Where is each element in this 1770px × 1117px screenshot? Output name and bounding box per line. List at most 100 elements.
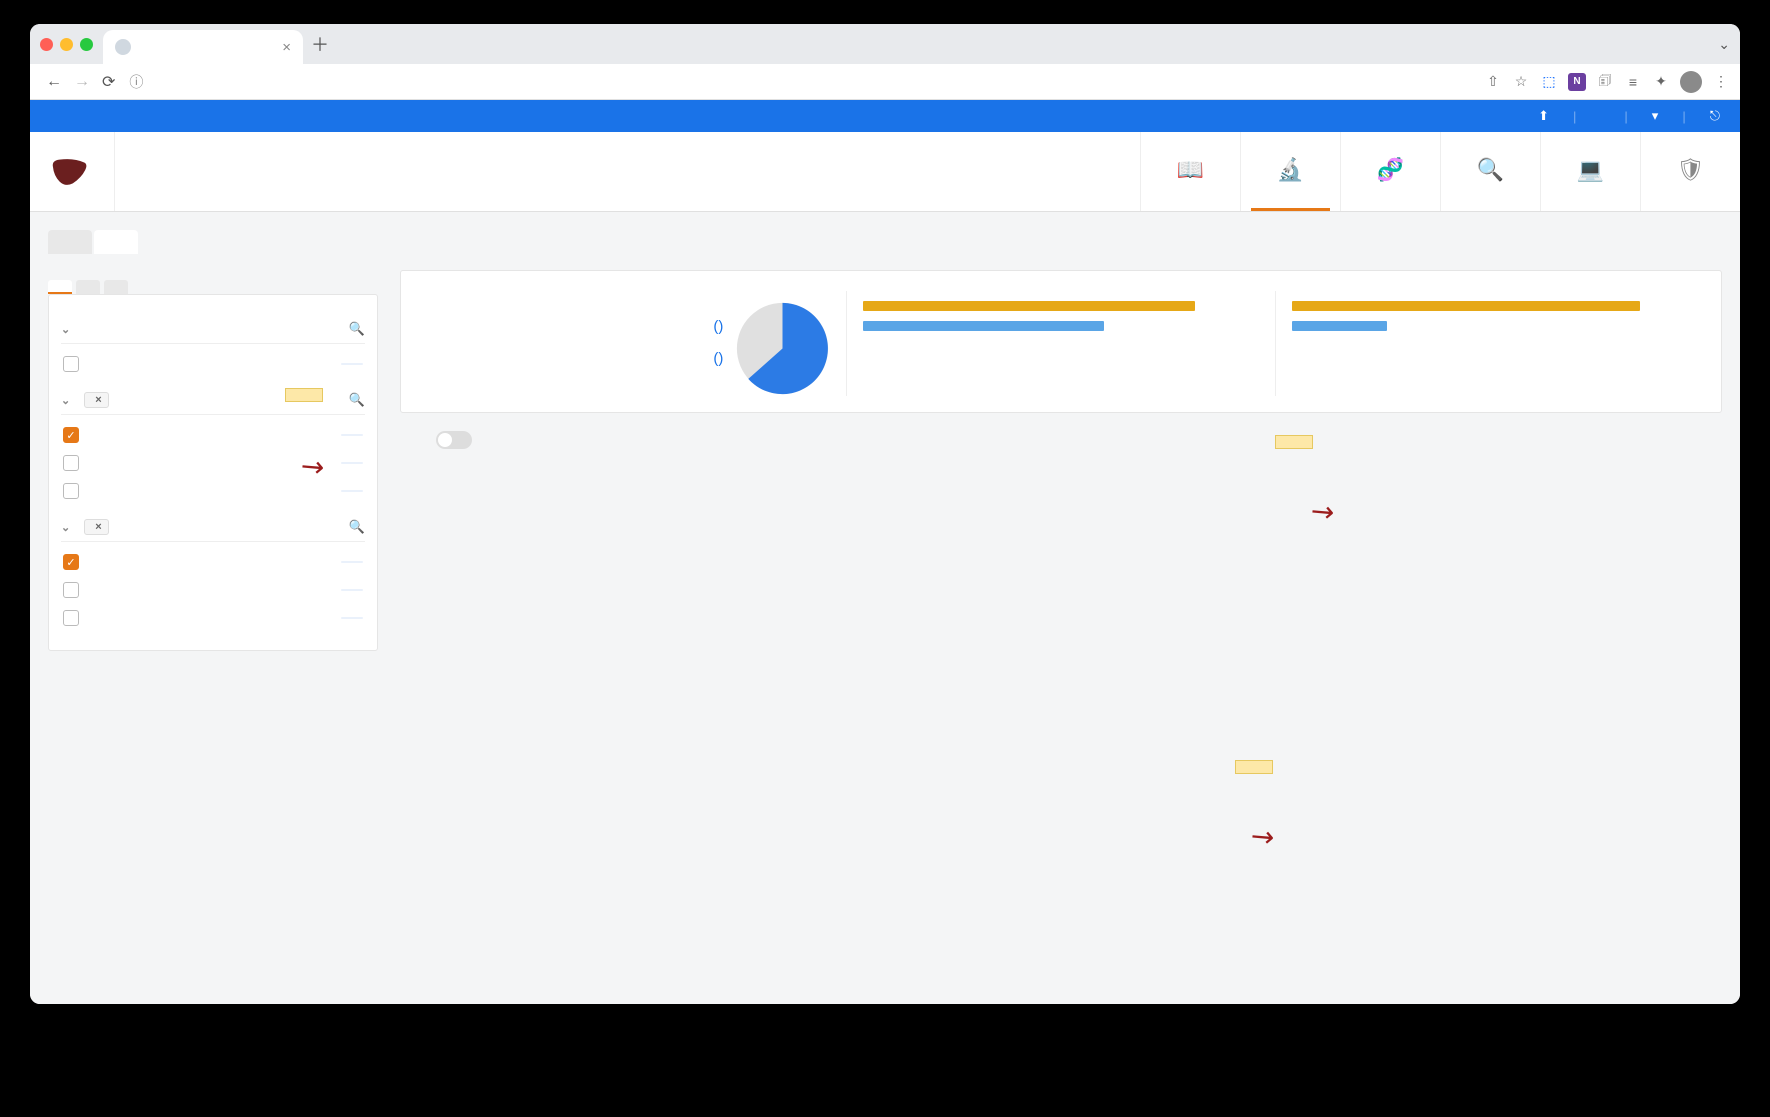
star-icon[interactable]: ☆ <box>1512 73 1530 91</box>
explore-icon: 🔬 <box>1277 157 1304 183</box>
favicon-icon <box>115 39 131 55</box>
bar-icon <box>863 301 1195 311</box>
chevron-down-icon: ⌄ <box>61 323 70 336</box>
facet-item[interactable]: ✓ <box>61 421 365 449</box>
checkbox[interactable]: ✓ <box>63 427 79 443</box>
top-bar: ⬆ | | ▾ | ⎋ <box>30 100 1740 132</box>
nav-dictionary[interactable]: 📖 <box>1140 132 1240 211</box>
back-icon[interactable]: ← <box>46 73 62 91</box>
submit-data-link[interactable]: ⬆ <box>1538 108 1549 124</box>
facet-clinical-site: ⌄ × 🔍 ✓ <box>61 519 365 632</box>
close-window-icon[interactable] <box>40 38 53 51</box>
facet-item[interactable] <box>61 604 365 632</box>
count-badge <box>341 363 363 365</box>
header: 📖 🔬 🧬 🔍 💻 🛡 <box>30 132 1740 212</box>
chart-ethnicity <box>1275 291 1703 396</box>
puzzle-icon[interactable]: ✦ <box>1652 73 1670 91</box>
main-nav: 📖 🔬 🧬 🔍 💻 🛡 <box>1140 132 1740 211</box>
count-badge <box>341 490 363 492</box>
workspace-icon: 💻 <box>1577 157 1604 183</box>
count-badge <box>341 589 363 591</box>
annotation-filtering <box>285 388 323 402</box>
book-icon: 📖 <box>1177 157 1204 183</box>
bar-icon <box>1292 321 1387 331</box>
selected-pill[interactable]: × <box>84 392 108 408</box>
reload-icon[interactable]: ⟳ <box>102 72 115 92</box>
extension-icon[interactable]: 🗊 <box>1596 73 1614 91</box>
main-content: () () <box>400 270 1722 651</box>
tab-strip: × ＋ ⌄ <box>30 24 1740 64</box>
extensions-area: ⇧ ☆ ⬚ N 🗊 ≡ ✦ ⋮ <box>1484 71 1730 93</box>
logo[interactable] <box>50 156 94 188</box>
outer-tabs <box>48 230 1722 254</box>
share-icon[interactable]: ⇧ <box>1484 73 1502 91</box>
browser-window: × ＋ ⌄ ← → ⟳ ⓘ ⇧ ☆ ⬚ N 🗊 ≡ ✦ ⋮ ⬆ | | ▾ | <box>30 24 1740 1004</box>
dropbox-icon[interactable]: ⬚ <box>1540 73 1558 91</box>
checkbox[interactable] <box>63 582 79 598</box>
nav-profile[interactable]: 🛡 <box>1640 132 1740 211</box>
selected-pill[interactable]: × <box>84 519 108 535</box>
maximize-window-icon[interactable] <box>80 38 93 51</box>
annotation-listing <box>1235 760 1273 774</box>
upload-icon: ⬆ <box>1538 108 1549 123</box>
menu-icon[interactable]: ⋮ <box>1712 73 1730 91</box>
logout-link[interactable]: ⎋ <box>1710 108 1720 124</box>
browser-tab[interactable]: × <box>103 30 303 64</box>
nav-exploration[interactable]: 🔬 <box>1240 132 1340 211</box>
tab-data[interactable] <box>48 230 92 254</box>
forward-icon[interactable]: → <box>74 73 90 91</box>
title-area <box>115 132 1140 211</box>
liver-icon <box>50 156 88 188</box>
user-email-link[interactable]: ▾ <box>1652 108 1659 124</box>
checkbox[interactable] <box>63 356 79 372</box>
search-icon[interactable]: 🔍 <box>349 392 365 408</box>
checkbox[interactable] <box>63 610 79 626</box>
pie-chart-icon <box>735 301 830 396</box>
minimize-window-icon[interactable] <box>60 38 73 51</box>
clear-icon[interactable]: × <box>95 394 101 406</box>
count-badge <box>341 434 363 436</box>
count-badge <box>341 462 363 464</box>
checkbox[interactable]: ✓ <box>63 554 79 570</box>
facet-head-clinical[interactable]: ⌄ × 🔍 <box>61 519 365 542</box>
chart-race <box>846 291 1274 396</box>
annotation-visualization <box>1275 435 1313 449</box>
new-tab-icon[interactable]: ＋ <box>311 31 329 57</box>
facet-item[interactable]: ✓ <box>61 548 365 576</box>
page-title <box>0 0 1770 24</box>
filter-tab-case[interactable] <box>76 280 100 294</box>
chevron-down-icon: ⌄ <box>61 394 70 407</box>
clear-icon[interactable]: × <box>95 521 101 533</box>
filter-tab-study[interactable] <box>48 280 72 294</box>
facet-head-project[interactable]: ⌄ 🔍 <box>61 321 365 344</box>
nav-workspace[interactable]: 💻 <box>1540 132 1640 211</box>
address-bar: ← → ⟳ ⓘ ⇧ ☆ ⬚ N 🗊 ≡ ✦ ⋮ <box>30 64 1740 100</box>
facet-project: ⌄ 🔍 <box>61 321 365 378</box>
bar-icon <box>863 321 1104 331</box>
logo-area <box>30 132 115 211</box>
search-icon[interactable]: 🔍 <box>349 321 365 337</box>
facet-item[interactable] <box>61 576 365 604</box>
close-tab-icon[interactable]: × <box>282 39 291 56</box>
sidebar: ⌄ 🔍 ⌄ <box>48 270 378 651</box>
visualization-panel: () () <box>400 270 1722 413</box>
checkbox[interactable] <box>63 455 79 471</box>
count-badge <box>341 617 363 619</box>
facet-item[interactable] <box>61 350 365 378</box>
show-empty-toggle[interactable] <box>436 431 472 449</box>
query-icon: 🔍 <box>1477 157 1504 183</box>
search-icon[interactable]: 🔍 <box>349 519 365 535</box>
profile-avatar[interactable] <box>1680 71 1702 93</box>
filter-tab-behavior[interactable] <box>104 280 128 294</box>
url-input[interactable]: ⓘ <box>129 72 1476 92</box>
chevron-down-icon[interactable]: ⌄ <box>1718 36 1730 53</box>
info-icon: ⓘ <box>129 72 143 92</box>
tab-file[interactable] <box>94 230 138 254</box>
onenote-icon[interactable]: N <box>1568 73 1586 91</box>
bar-icon <box>1292 301 1640 311</box>
nav-files[interactable]: 🧬 <box>1340 132 1440 211</box>
nav-query[interactable]: 🔍 <box>1440 132 1540 211</box>
checkbox[interactable] <box>63 483 79 499</box>
list-icon[interactable]: ≡ <box>1624 73 1642 91</box>
profile-icon: 🛡 <box>1677 157 1705 183</box>
